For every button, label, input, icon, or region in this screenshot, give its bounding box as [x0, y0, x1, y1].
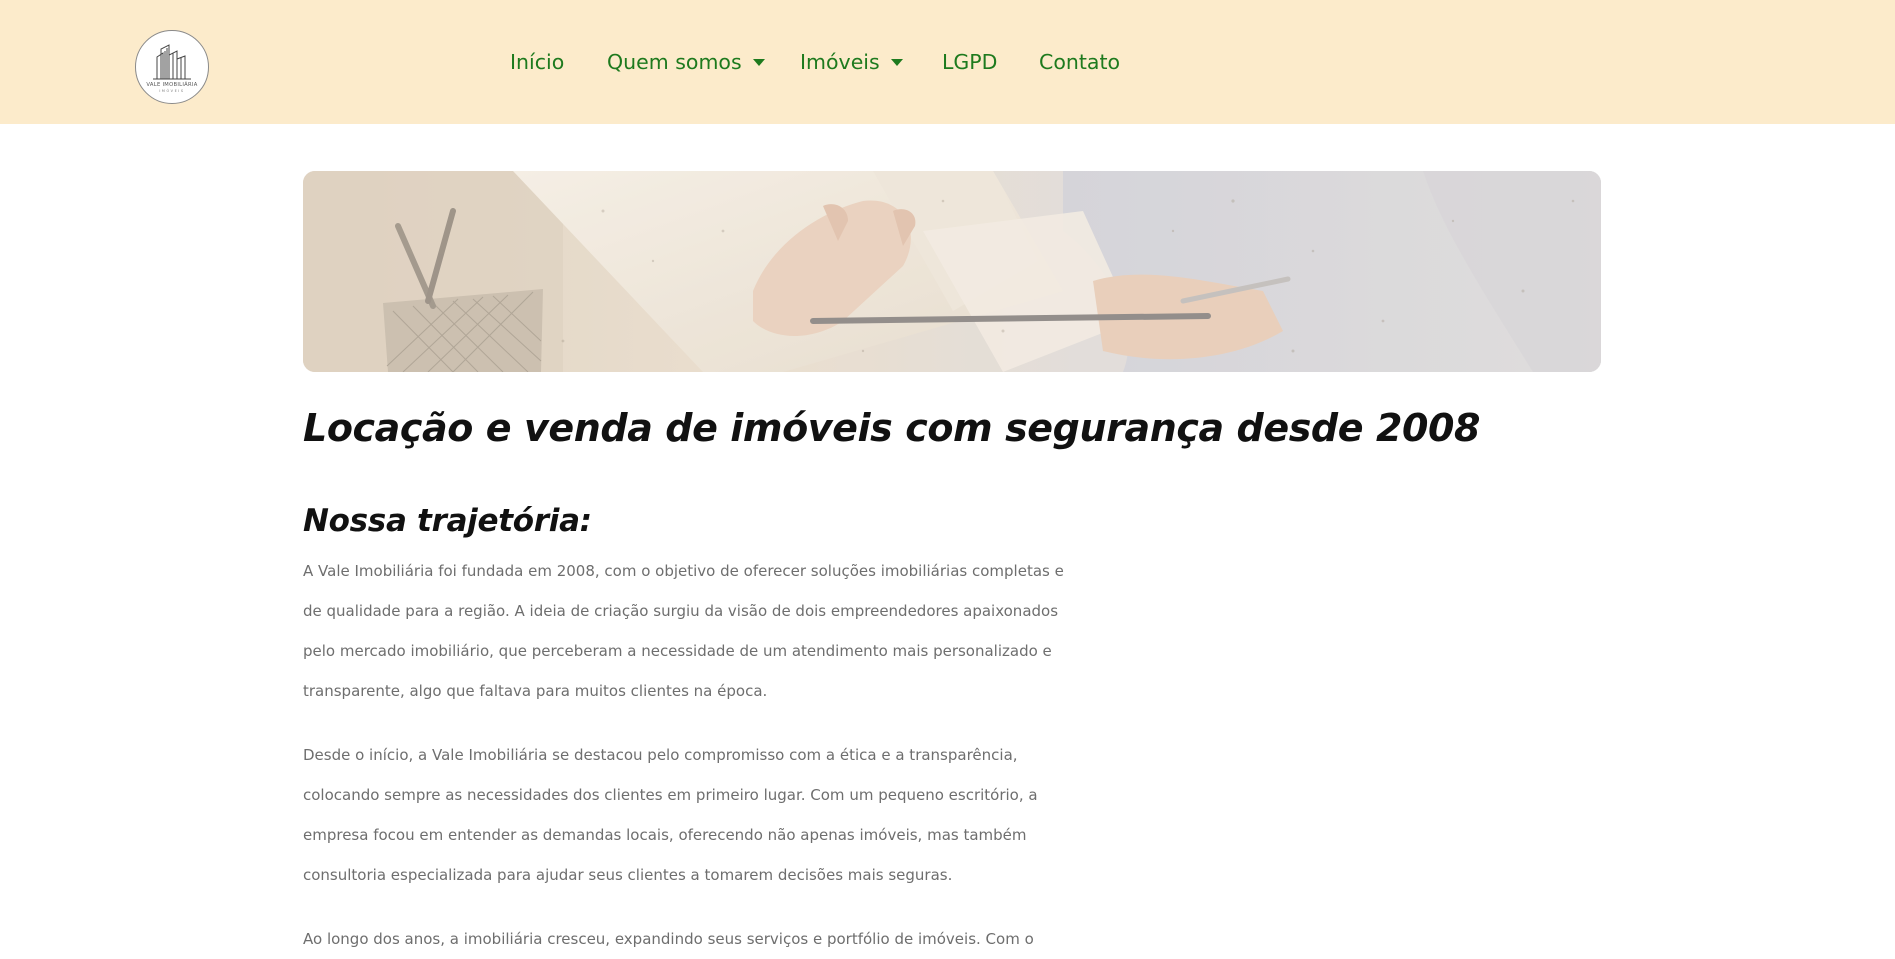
paragraph: A Vale Imobiliária foi fundada em 2008, … [303, 551, 1064, 711]
nav-item-lgpd[interactable]: LGPD [942, 47, 997, 77]
hero-photo [303, 171, 1601, 372]
nav-item-label: Quem somos [607, 50, 742, 74]
paragraph-line: consultoria especializada para ajudar se… [303, 866, 953, 884]
paragraph-line: colocando sempre as necessidades dos cli… [303, 786, 1038, 804]
nav-item-label: Contato [1039, 50, 1121, 74]
paragraph-line: pelo mercado imobiliário, que perceberam… [303, 642, 1052, 660]
paragraph-line: de qualidade para a região. A ideia de c… [303, 602, 1059, 620]
paragraph-line: A Vale Imobiliária foi fundada em 2008, … [303, 562, 1064, 580]
hero-banner-image [303, 171, 1601, 372]
logo-name-text: VALE IMOBILIÁRIA [146, 82, 198, 88]
caret-down-icon [752, 58, 765, 66]
page-title: Locação e venda de imóveis com segurança… [303, 406, 1481, 450]
nav-item-quem-somos[interactable]: Quem somos [607, 47, 765, 77]
nav-item-label: LGPD [942, 50, 998, 74]
paragraph-line: Desde o início, a Vale Imobiliária se de… [303, 746, 1018, 764]
paragraph-line: empresa focou em entender as demandas lo… [303, 826, 1027, 844]
site-navbar: VALE IMOBILIÁRIA IMÓVEIS Início Quem som… [0, 0, 1895, 124]
logo-sub-text: IMÓVEIS [159, 89, 185, 93]
nav-item-label: Início [510, 50, 565, 74]
paragraph: Ao longo dos anos, a imobiliária cresceu… [303, 919, 1034, 959]
paragraph-line: Ao longo dos anos, a imobiliária cresceu… [303, 930, 1034, 948]
paragraph: Desde o início, a Vale Imobiliária se de… [303, 735, 1038, 895]
caret-down-icon [890, 58, 903, 66]
section-title: Nossa trajetória: [303, 503, 592, 539]
nav-item-contato[interactable]: Contato [1039, 47, 1120, 77]
paragraph-line: transparente, algo que faltava para muit… [303, 682, 768, 700]
nav-item-imoveis[interactable]: Imóveis [800, 47, 903, 77]
main-nav: Início Quem somos Imóveis LGPD Contato [0, 47, 1895, 77]
nav-item-inicio[interactable]: Início [510, 47, 564, 77]
nav-item-label: Imóveis [800, 50, 880, 74]
